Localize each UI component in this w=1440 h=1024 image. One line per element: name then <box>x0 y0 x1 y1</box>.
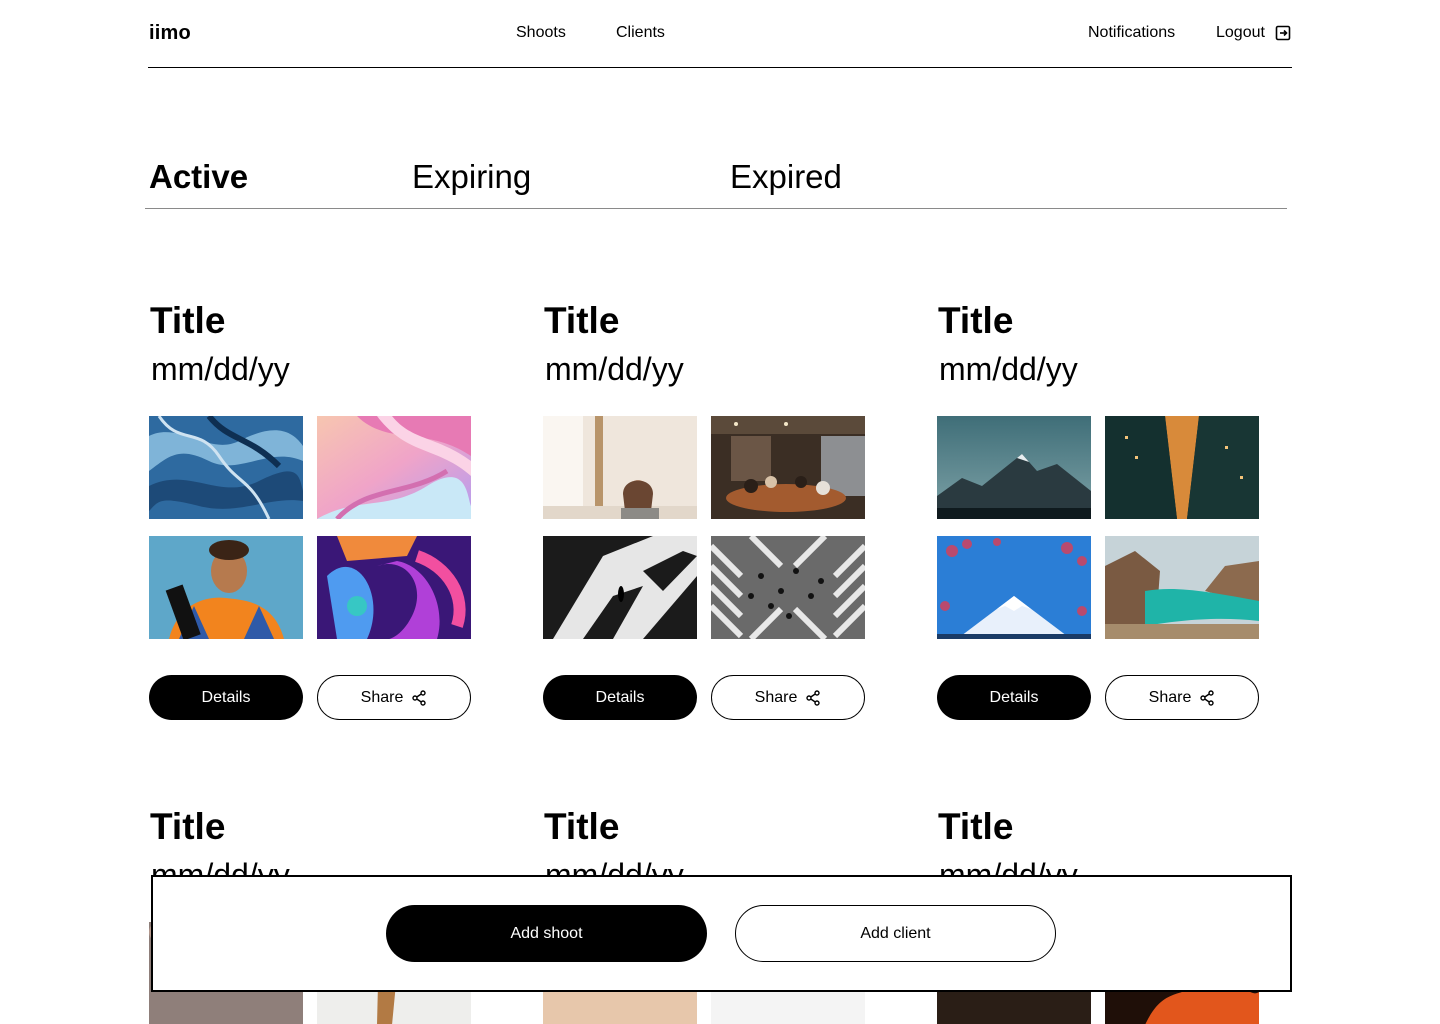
add-shoot-button[interactable]: Add shoot <box>386 905 707 962</box>
thumbnail-office-meeting[interactable] <box>711 416 865 519</box>
details-button[interactable]: Details <box>937 675 1091 720</box>
tab-expiring[interactable]: Expiring <box>412 158 531 196</box>
share-label: Share <box>754 688 798 706</box>
tab-active[interactable]: Active <box>149 158 248 196</box>
shoot-card: Title mm/dd/yy Details Share <box>937 299 1259 720</box>
action-bar: Add shoot Add client <box>151 875 1292 992</box>
logo[interactable]: iimo <box>149 22 191 45</box>
logout-icon <box>1275 25 1291 41</box>
card-title: Title <box>150 806 226 847</box>
share-label: Share <box>360 688 404 706</box>
thumbnail-woman-desk[interactable] <box>543 416 697 519</box>
thumbnail-mountain-range[interactable] <box>937 416 1091 519</box>
card-title: Title <box>544 300 620 341</box>
share-button[interactable]: Share <box>317 675 471 720</box>
share-button[interactable]: Share <box>1105 675 1259 720</box>
details-button[interactable]: Details <box>149 675 303 720</box>
share-button[interactable]: Share <box>711 675 865 720</box>
card-date: mm/dd/yy <box>151 351 290 387</box>
card-title: Title <box>150 300 226 341</box>
share-icon <box>1199 689 1215 706</box>
share-icon <box>411 689 427 706</box>
nav-clients[interactable]: Clients <box>616 24 665 42</box>
logout-button[interactable]: Logout <box>1216 24 1291 42</box>
nav-shoots[interactable]: Shoots <box>516 24 566 42</box>
thumbnail-city-street[interactable] <box>1105 416 1259 519</box>
add-client-button[interactable]: Add client <box>735 905 1056 962</box>
share-icon <box>805 689 821 706</box>
card-date: mm/dd/yy <box>545 351 684 387</box>
top-navbar: iimo Shoots Clients Notifications Logout <box>148 0 1292 68</box>
thumbnail-blue-marble[interactable] <box>149 416 303 519</box>
thumbnail-crosswalk-crowd[interactable] <box>711 536 865 639</box>
card-title: Title <box>544 806 620 847</box>
thumbnail-colorful-3d[interactable] <box>317 536 471 639</box>
thumbnail-mount-fuji[interactable] <box>937 536 1091 639</box>
logout-label: Logout <box>1216 24 1265 41</box>
shoot-card: Title mm/dd/yy Details Share <box>543 299 865 720</box>
details-button[interactable]: Details <box>543 675 697 720</box>
notifications-link[interactable]: Notifications <box>1088 24 1175 42</box>
thumbnail-turquoise-lake[interactable] <box>1105 536 1259 639</box>
shoot-card: Title mm/dd/yy Details Share <box>149 299 471 720</box>
tab-expired[interactable]: Expired <box>730 158 842 196</box>
thumbnail-smiling-man[interactable] <box>149 536 303 639</box>
card-title: Title <box>938 300 1014 341</box>
card-title: Title <box>938 806 1014 847</box>
card-date: mm/dd/yy <box>939 351 1078 387</box>
share-label: Share <box>1148 688 1192 706</box>
thumbnail-pastel-waves[interactable] <box>317 416 471 519</box>
status-tabs: Active Expiring Expired <box>145 150 1287 209</box>
thumbnail-shadow-figure[interactable] <box>543 536 697 639</box>
